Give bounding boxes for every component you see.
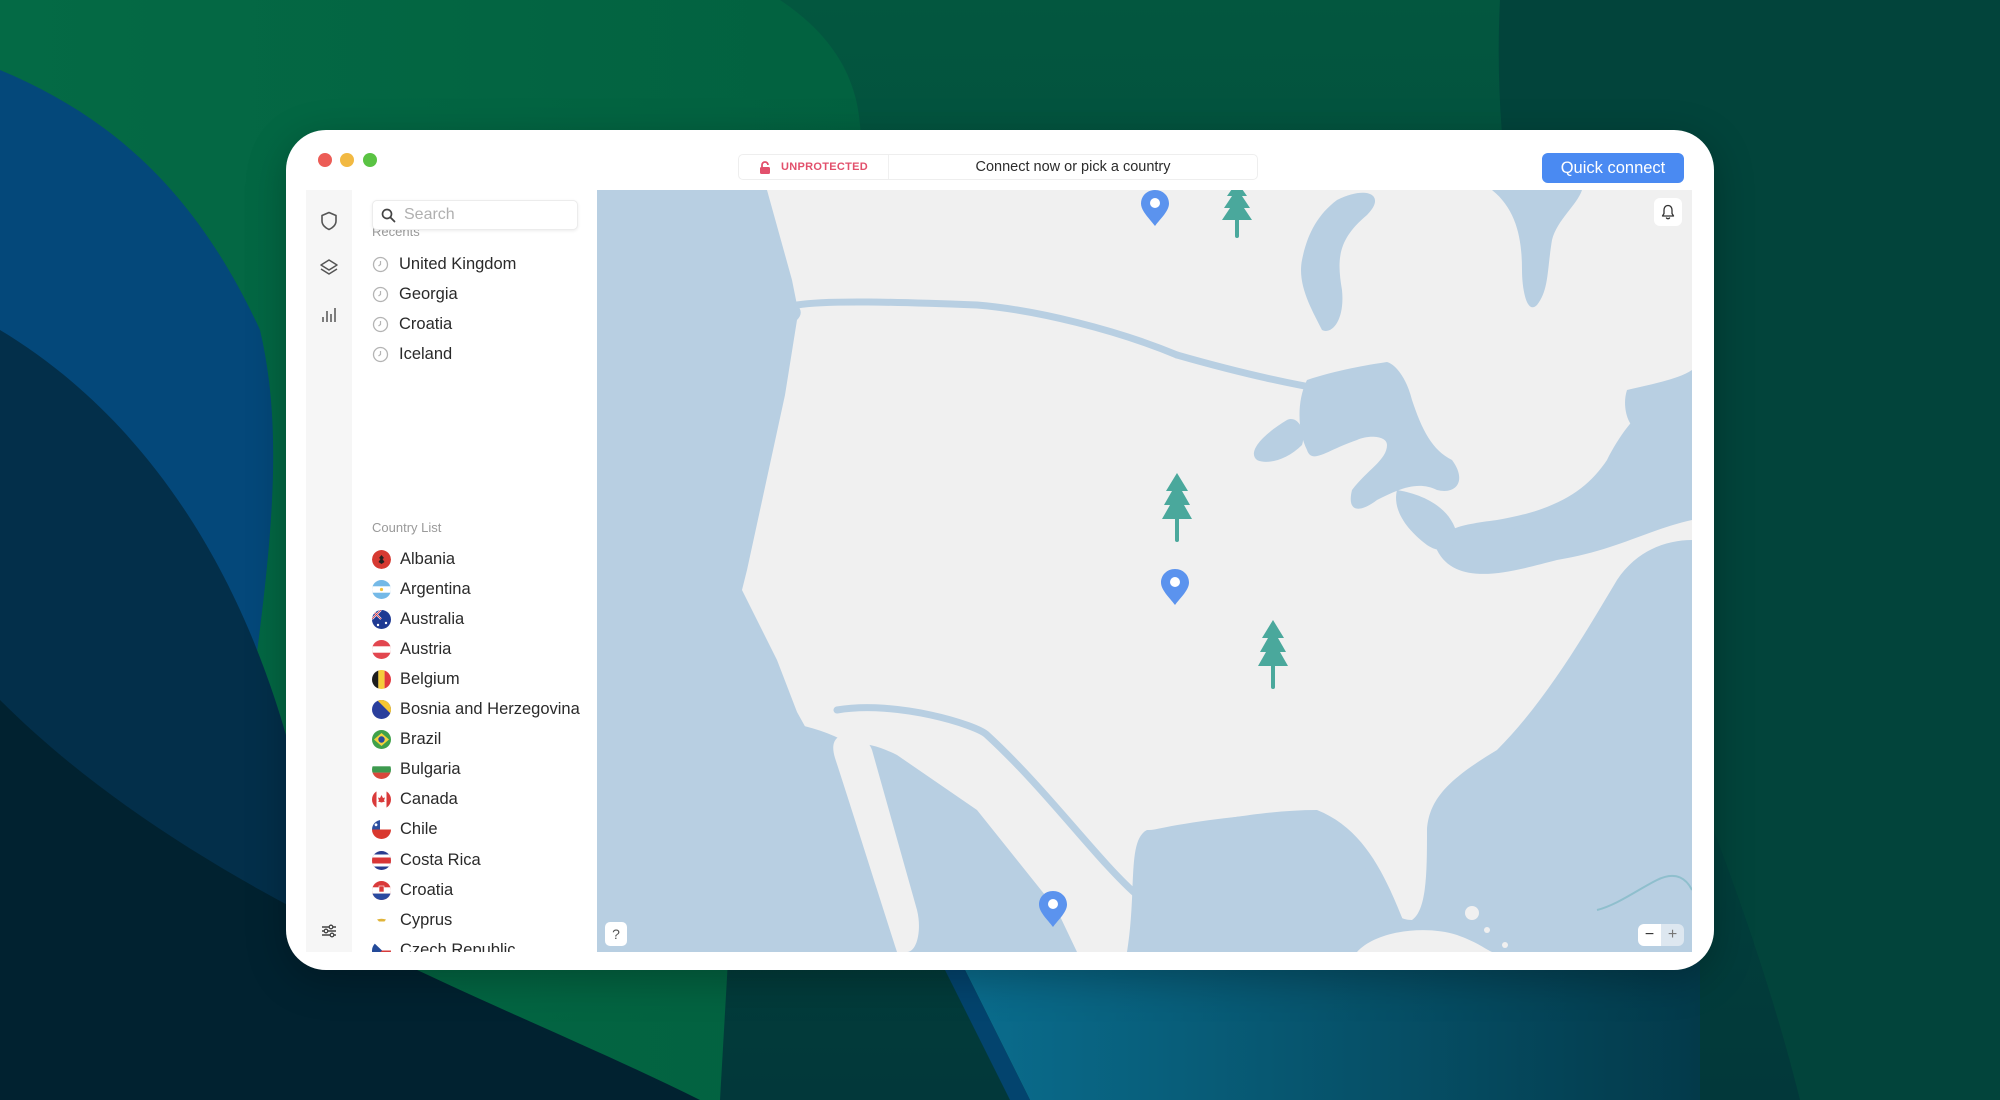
czech-republic-flag-icon: [372, 940, 391, 952]
recent-item-iceland[interactable]: Iceland: [372, 342, 452, 366]
search-box[interactable]: [372, 200, 578, 230]
country-item-label: Czech Republic: [400, 940, 516, 952]
country-item-label: Albania: [400, 549, 456, 568]
country-item-canada[interactable]: Canada: [372, 788, 458, 812]
austria-flag-icon: [372, 639, 391, 659]
costa-rica-flag-icon: [372, 850, 391, 870]
country-item-brazil[interactable]: Brazil: [372, 728, 441, 752]
server-location-pin[interactable]: [1160, 568, 1190, 606]
country-item-austria[interactable]: Austria: [372, 637, 451, 661]
clock-icon: [372, 316, 389, 332]
minimize-window-button[interactable]: [340, 153, 354, 167]
search-input[interactable]: [404, 206, 564, 224]
server-location-pin[interactable]: [1038, 890, 1068, 928]
country-item-label: Austria: [400, 639, 452, 658]
notifications-button[interactable]: [1654, 198, 1682, 226]
country-item-bulgaria[interactable]: Bulgaria: [372, 758, 461, 782]
connection-status-bar: UNPROTECTED Connect now or pick a countr…: [738, 154, 1258, 180]
country-item-czech-republic[interactable]: Czech Republic: [372, 938, 516, 952]
country-item-belgium[interactable]: Belgium: [372, 667, 460, 691]
nav-rail: [306, 190, 352, 952]
bulgaria-flag-icon: [372, 760, 391, 780]
country-item-bosnia-and-herzegovina[interactable]: Bosnia and Herzegovina: [372, 698, 580, 722]
country-item-costa-rica[interactable]: Costa Rica: [372, 848, 481, 872]
settings-sliders-icon[interactable]: [318, 920, 340, 942]
clock-icon: [372, 286, 389, 302]
zoom-out-button[interactable]: −: [1638, 924, 1661, 946]
recent-item-united-kingdom[interactable]: United Kingdom: [372, 252, 516, 276]
country-item-label: Bulgaria: [400, 760, 461, 779]
recent-item-georgia[interactable]: Georgia: [372, 282, 458, 306]
country-item-label: Cyprus: [400, 910, 453, 929]
map-geography: [597, 190, 1692, 952]
recent-item-label: Georgia: [399, 284, 458, 303]
country-item-chile[interactable]: Chile: [372, 818, 438, 842]
country-item-australia[interactable]: Australia: [372, 607, 464, 631]
tree-icon: [1257, 620, 1289, 690]
brazil-flag-icon: [372, 730, 391, 750]
croatia-flag-icon: [372, 880, 391, 900]
country-item-label: Bosnia and Herzegovina: [400, 700, 580, 718]
country-item-cyprus[interactable]: Cyprus: [372, 908, 452, 932]
vpn-app-window: UNPROTECTED Connect now or pick a countr…: [286, 130, 1714, 970]
clock-icon: [372, 346, 389, 362]
close-window-button[interactable]: [318, 153, 332, 167]
country-item-label: Australia: [400, 609, 465, 628]
zoom-in-button[interactable]: +: [1661, 924, 1684, 946]
argentina-flag-icon: [372, 579, 391, 599]
server-map[interactable]: ? − +: [597, 190, 1692, 952]
cyprus-flag-icon: [372, 910, 391, 930]
server-location-pin[interactable]: [1140, 190, 1170, 227]
recent-item-croatia[interactable]: Croatia: [372, 312, 452, 336]
country-item-croatia[interactable]: Croatia: [372, 878, 453, 902]
stats-icon[interactable]: [318, 304, 340, 326]
help-button[interactable]: ?: [605, 922, 627, 946]
bosnia-and-herzegovina-flag-icon: [372, 700, 391, 719]
quick-connect-button[interactable]: Quick connect: [1542, 153, 1684, 183]
country-item-argentina[interactable]: Argentina: [372, 577, 471, 601]
belgium-flag-icon: [372, 669, 391, 689]
zoom-controls: − +: [1638, 924, 1684, 946]
country-item-label: Croatia: [400, 880, 454, 899]
country-item-label: Chile: [400, 820, 438, 839]
title-bar: UNPROTECTED Connect now or pick a countr…: [286, 130, 1714, 190]
chile-flag-icon: [372, 820, 391, 840]
canada-flag-icon: [372, 790, 391, 810]
country-list-heading: Country List: [372, 520, 442, 535]
country-item-label: Canada: [400, 790, 458, 809]
country-item-label: Brazil: [400, 730, 442, 749]
maximize-window-button[interactable]: [363, 153, 377, 167]
protection-status: UNPROTECTED: [739, 155, 889, 179]
layers-icon[interactable]: [318, 257, 340, 279]
tree-icon: [1161, 473, 1193, 543]
status-label: UNPROTECTED: [781, 161, 869, 173]
recent-item-label: United Kingdom: [399, 254, 517, 273]
bell-icon: [1661, 204, 1675, 220]
tree-icon: [1221, 190, 1253, 252]
unlocked-icon: [759, 160, 771, 174]
australia-flag-icon: [372, 609, 391, 629]
clock-icon: [372, 256, 389, 272]
country-item-albania[interactable]: Albania: [372, 547, 455, 571]
country-item-label: Belgium: [400, 669, 460, 688]
albania-flag-icon: [372, 549, 391, 569]
recent-item-label: Croatia: [399, 314, 453, 333]
country-list-panel: Recents United KingdomGeorgiaCroatiaIcel…: [352, 190, 597, 952]
country-item-label: Argentina: [400, 579, 471, 598]
search-icon: [381, 208, 396, 222]
shield-icon[interactable]: [318, 210, 340, 232]
connect-prompt: Connect now or pick a country: [975, 159, 1171, 175]
country-item-label: Costa Rica: [400, 850, 481, 869]
recent-item-label: Iceland: [399, 344, 453, 363]
